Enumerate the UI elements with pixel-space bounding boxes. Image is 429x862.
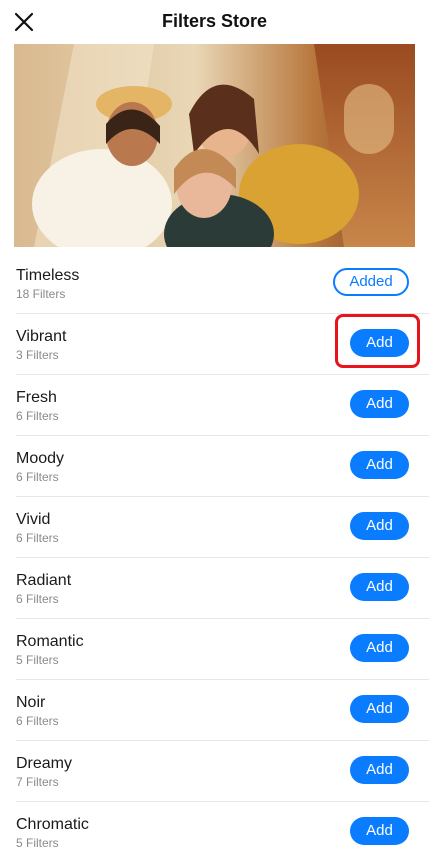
add-button[interactable]: Add	[350, 573, 409, 601]
filter-row: Dreamy 7 Filters Add	[16, 741, 429, 802]
page-title: Filters Store	[161, 11, 268, 31]
add-button[interactable]: Add	[350, 451, 409, 479]
filter-name: Romantic	[16, 633, 84, 650]
filter-count: 6 Filters	[16, 714, 59, 728]
filter-name: Vivid	[16, 511, 51, 528]
filter-count: 3 Filters	[16, 348, 59, 362]
filter-row: Vibrant 3 Filters Add	[16, 314, 429, 375]
add-button[interactable]: Add	[350, 634, 409, 662]
filter-count: 6 Filters	[16, 470, 59, 484]
filter-row: Radiant 6 Filters Add	[16, 558, 429, 619]
filter-row: Vivid 6 Filters Add	[16, 497, 429, 558]
filter-row: Fresh 6 Filters Add	[16, 375, 429, 436]
filter-name: Vibrant	[16, 328, 67, 345]
add-button[interactable]: Add	[350, 390, 409, 418]
filter-count: 6 Filters	[16, 531, 59, 545]
filter-name: Timeless	[16, 267, 80, 284]
filter-count: 6 Filters	[16, 592, 59, 606]
filter-list: Timeless 18 Filters Added Vibrant 3 Filters A…	[0, 253, 429, 862]
filter-name: Radiant	[16, 572, 72, 589]
filter-row: Chromatic 5 Filters Add	[16, 802, 429, 862]
filter-name: Noir	[16, 694, 46, 711]
filter-count: 7 Filters	[16, 775, 59, 789]
add-button[interactable]: Add	[350, 756, 409, 784]
filter-count: 18 Filters	[16, 287, 66, 301]
filter-row: Moody 6 Filters Add	[16, 436, 429, 497]
filter-row: Noir 6 Filters Add	[16, 680, 429, 741]
added-button[interactable]: Added	[333, 268, 409, 296]
filter-count: 6 Filters	[16, 409, 59, 423]
filter-name: Chromatic	[16, 816, 89, 833]
add-button[interactable]: Add	[350, 817, 409, 845]
filter-row: Timeless 18 Filters Added	[16, 253, 429, 314]
add-button[interactable]: Add	[350, 512, 409, 540]
filter-name: Moody	[16, 450, 65, 467]
filter-count: 5 Filters	[16, 836, 59, 850]
add-button[interactable]: Add	[350, 329, 409, 357]
filter-count: 5 Filters	[16, 653, 59, 667]
filter-name: Fresh	[16, 389, 57, 406]
add-button[interactable]: Add	[350, 695, 409, 723]
filter-name: Dreamy	[16, 755, 73, 772]
header: Filters Store	[0, 0, 429, 44]
filter-row: Romantic 5 Filters Add	[16, 619, 429, 680]
hero-image	[14, 44, 415, 247]
